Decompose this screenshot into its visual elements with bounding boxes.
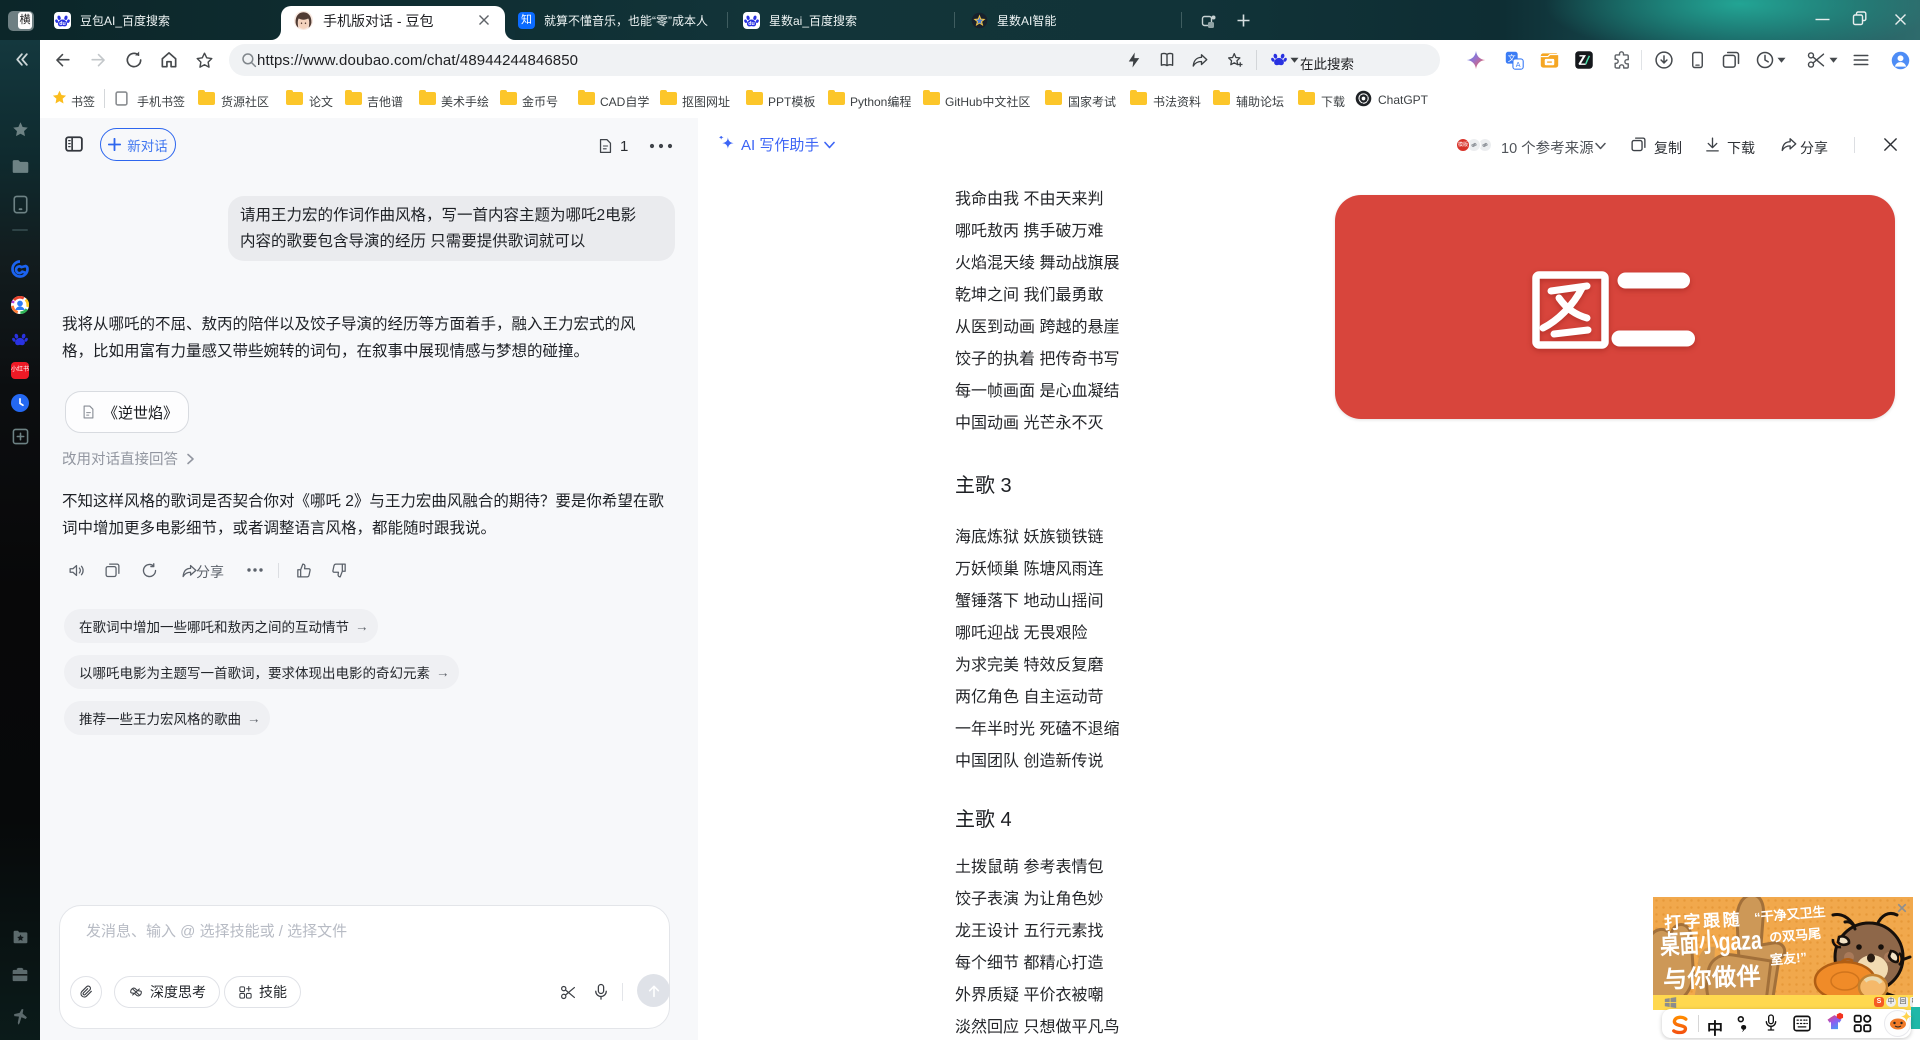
svg-text:A: A <box>1516 61 1521 69</box>
svg-text:du: du <box>748 21 754 27</box>
svg-text:du: du <box>59 21 65 27</box>
